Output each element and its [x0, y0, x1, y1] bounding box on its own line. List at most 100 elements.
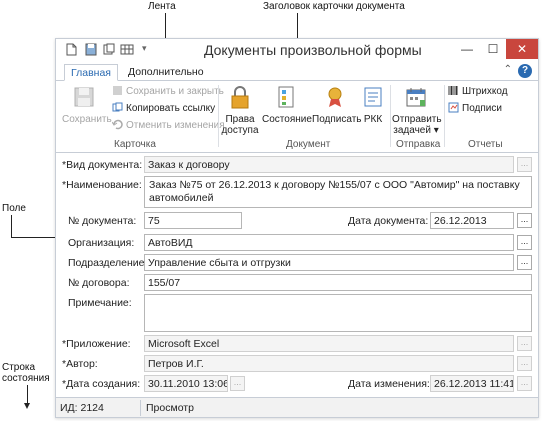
- lock-icon: [231, 86, 249, 109]
- doc-date-label: Дата документа:: [348, 215, 429, 227]
- org-label: Организация:: [68, 237, 135, 249]
- status-bar: ИД: 2124 Просмотр: [56, 397, 538, 417]
- created-label: *Дата создания:: [62, 378, 141, 390]
- doc-type-label: *Вид документа:: [62, 159, 143, 171]
- document-icon[interactable]: [64, 43, 78, 56]
- doc-date-picker-button[interactable]: ...: [517, 213, 532, 228]
- rkk-button[interactable]: РКК: [360, 85, 386, 125]
- copy-link-icon: [112, 102, 123, 112]
- copy-qat-icon[interactable]: [102, 43, 116, 56]
- doc-number-field[interactable]: 75: [144, 212, 242, 229]
- created-picker-button[interactable]: ...: [230, 376, 245, 391]
- note-label: Примечание:: [68, 297, 132, 309]
- callout-status-line: [27, 385, 28, 405]
- org-field[interactable]: АвтоВИД: [144, 234, 514, 251]
- save-qat-icon[interactable]: [84, 43, 98, 56]
- modified-label: Дата изменения:: [348, 378, 430, 390]
- qat-dropdown-icon[interactable]: ▾: [142, 43, 147, 54]
- status-id: ИД: 2124: [60, 402, 104, 414]
- access-rights-button[interactable]: Права доступа: [220, 85, 260, 136]
- created-field[interactable]: 30.11.2010 13:06:02: [144, 375, 228, 392]
- modified-field[interactable]: 26.12.2013 11:41:00: [430, 375, 514, 392]
- signatures-icon: [448, 102, 459, 113]
- send-task-label-1: Отправить: [392, 114, 442, 125]
- ribbon-tabs: Главная Дополнительно ⌃ ?: [56, 61, 538, 81]
- send-task-button[interactable]: Отправить задачей ▾: [392, 85, 442, 136]
- doc-type-select-button[interactable]: ...: [517, 157, 532, 172]
- contract-label: № договора:: [68, 277, 130, 289]
- barcode-icon: [448, 86, 458, 95]
- contract-field[interactable]: 155/07: [144, 274, 532, 291]
- barcode-label: Штрихкод: [462, 86, 508, 97]
- modified-picker-button[interactable]: ...: [517, 376, 532, 391]
- barcode-button[interactable]: Штрихкод: [448, 85, 508, 97]
- document-form: *Вид документа: Заказ к договору ... *На…: [56, 153, 538, 397]
- author-field[interactable]: Петров И.Г.: [144, 355, 514, 372]
- undo-icon: [112, 119, 123, 130]
- send-task-label-2: задачей ▾: [393, 125, 439, 136]
- ribbon-separator: [218, 85, 219, 147]
- save-close-icon: [113, 86, 122, 95]
- status-mode: Просмотр: [146, 402, 194, 414]
- author-select-button[interactable]: ...: [517, 356, 532, 371]
- group-reports-label: Отчеты: [468, 139, 503, 150]
- callout-status-l1: Строка: [2, 362, 36, 373]
- collapse-ribbon-icon[interactable]: ⌃: [504, 64, 512, 75]
- tab-main[interactable]: Главная: [64, 64, 118, 81]
- ribbon: Сохранить Сохранить и закрыть Копировать…: [56, 81, 538, 153]
- name-field[interactable]: Заказ №75 от 26.12.2013 к договору №155/…: [144, 176, 532, 208]
- dept-field[interactable]: Управление сбыта и отгрузки: [144, 254, 514, 271]
- signatures-label: Подписи: [462, 103, 502, 114]
- org-select-button[interactable]: ...: [517, 235, 532, 250]
- doc-date-field[interactable]: 26.12.2013: [430, 212, 514, 229]
- tab-extra[interactable]: Дополнительно: [122, 64, 210, 81]
- status-divider: [140, 400, 141, 416]
- help-icon[interactable]: ?: [518, 64, 532, 78]
- close-button[interactable]: ✕: [506, 39, 538, 59]
- rkk-label: РКК: [363, 114, 383, 125]
- access-rights-label-2: доступа: [221, 125, 259, 136]
- signatures-button[interactable]: Подписи: [448, 102, 502, 114]
- access-rights-label-1: Права: [225, 114, 255, 125]
- doc-type-field[interactable]: Заказ к договору: [144, 156, 514, 173]
- save-button[interactable]: Сохранить: [62, 85, 112, 125]
- name-label: *Наименование:: [62, 179, 142, 191]
- document-window: ▾ Документы произвольной формы — ☐ ✕ Гла…: [55, 38, 539, 418]
- calendar-icon: [406, 88, 426, 107]
- state-button[interactable]: Состояние: [262, 85, 312, 125]
- cancel-changes-button[interactable]: Отменить изменения: [112, 119, 225, 131]
- cancel-changes-label: Отменить изменения: [126, 120, 225, 131]
- sign-button[interactable]: Подписать: [312, 85, 362, 125]
- minimize-button[interactable]: —: [454, 39, 480, 59]
- callout-status: Строка состояния: [2, 362, 50, 384]
- save-close-label: Сохранить и закрыть: [126, 86, 224, 97]
- save-label: Сохранить: [62, 114, 112, 125]
- ribbon-separator: [390, 85, 391, 147]
- sign-label: Подписать: [312, 114, 362, 125]
- callout-field-vline: [11, 215, 12, 237]
- rkk-icon: [364, 87, 382, 107]
- save-icon: [74, 87, 94, 107]
- callout-card-header: Заголовок карточки документа: [263, 1, 405, 12]
- ribbon-separator: [444, 85, 445, 147]
- callout-status-arrow: [24, 403, 30, 409]
- title-bar: ▾ Документы произвольной формы — ☐ ✕: [56, 39, 538, 61]
- app-label: *Приложение:: [62, 338, 131, 350]
- group-send-label: Отправка: [396, 139, 441, 150]
- dept-label: Подразделение:: [68, 257, 148, 269]
- maximize-button[interactable]: ☐: [480, 39, 506, 59]
- note-field[interactable]: [144, 294, 532, 332]
- group-card-label: Карточка: [114, 139, 156, 150]
- window-title: Документы произвольной формы: [204, 42, 422, 58]
- callout-field: Поле: [2, 203, 26, 214]
- app-select-button[interactable]: ...: [517, 336, 532, 351]
- grid-qat-icon[interactable]: [120, 43, 134, 56]
- dept-select-button[interactable]: ...: [517, 255, 532, 270]
- doc-number-label: № документа:: [68, 215, 137, 227]
- callout-ribbon: Лента: [148, 1, 176, 12]
- save-close-button[interactable]: Сохранить и закрыть: [112, 85, 224, 97]
- copy-link-button[interactable]: Копировать ссылку: [112, 102, 215, 114]
- seal-icon: [328, 87, 342, 107]
- app-field[interactable]: Microsoft Excel: [144, 335, 514, 352]
- state-icon: [278, 86, 294, 108]
